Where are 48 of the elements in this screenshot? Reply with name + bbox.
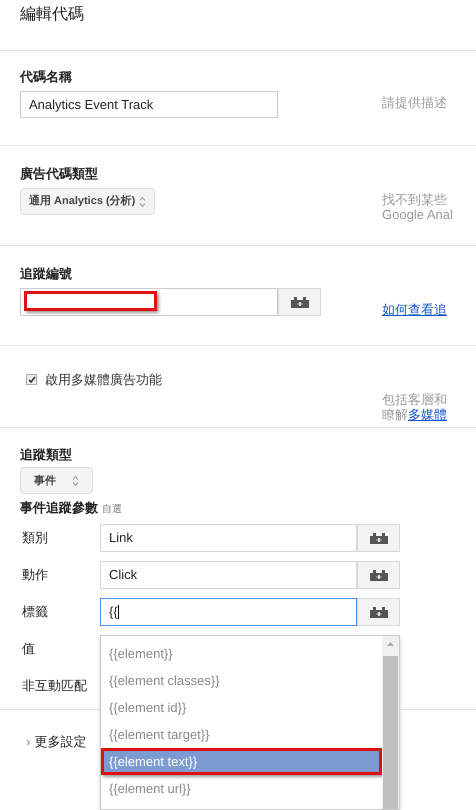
param-label: 非互動匹配 bbox=[21, 678, 88, 694]
suggestion-item[interactable]: {{element target}} bbox=[101, 721, 382, 748]
variable-button[interactable] bbox=[357, 524, 400, 552]
suggestion-item[interactable]: {{element classes}} bbox=[101, 667, 382, 694]
block-icon bbox=[370, 532, 388, 544]
block-icon bbox=[370, 570, 388, 580]
section-label: 追蹤類型 bbox=[20, 447, 72, 463]
variable-button[interactable] bbox=[278, 288, 321, 316]
track-type-select[interactable]: 事件 bbox=[20, 467, 93, 494]
checkbox[interactable] bbox=[26, 374, 37, 386]
help-link[interactable]: 如何查看追 bbox=[382, 302, 447, 317]
tag-type-select[interactable]: 通用 Analytics (分析) bbox=[20, 188, 156, 215]
section-label: 事件追蹤參數 bbox=[20, 500, 98, 516]
help-text: 找不到某些 bbox=[382, 192, 448, 207]
param-label: 類別 bbox=[21, 530, 49, 546]
name-field[interactable]: Analytics Event Track bbox=[20, 91, 278, 118]
checkbox-label: 啟用多媒體廣告功能 bbox=[45, 371, 162, 389]
suggestion-item[interactable]: {{element url}} bbox=[101, 775, 382, 802]
check-icon bbox=[28, 376, 36, 384]
chevron-icon bbox=[72, 474, 79, 486]
more-settings-link[interactable]: 更多設定 bbox=[34, 734, 86, 750]
param-label: 動作 bbox=[21, 567, 49, 583]
help-text: 瞭解多媒體 bbox=[382, 407, 448, 422]
variable-button[interactable] bbox=[357, 598, 400, 626]
expand-arrow[interactable]: › bbox=[26, 734, 30, 750]
block-icon bbox=[370, 606, 388, 618]
scroll-up-icon bbox=[387, 642, 394, 646]
suggestion-item[interactable]: {{element id}} bbox=[101, 694, 382, 721]
block-icon bbox=[290, 296, 308, 308]
param-field[interactable]: Link bbox=[100, 524, 357, 552]
chevron-icon bbox=[139, 196, 146, 208]
help-text: 包括客層和 bbox=[382, 392, 448, 407]
variable-button[interactable] bbox=[357, 561, 400, 589]
param-field[interactable]: {{ bbox=[100, 598, 357, 626]
section-label: 廣告代碼類型 bbox=[20, 166, 98, 182]
tracking-id-field[interactable] bbox=[20, 288, 278, 316]
help-link[interactable]: 多媒體 bbox=[408, 407, 447, 422]
help-text: Google Anal bbox=[382, 207, 454, 222]
param-label: 標籤 bbox=[21, 604, 49, 620]
page-title: 編輯代碼 bbox=[20, 5, 85, 25]
scrollbar-thumb[interactable] bbox=[383, 656, 398, 809]
param-field[interactable]: Click bbox=[100, 561, 357, 589]
section-label: 代碼名稱 bbox=[20, 69, 72, 85]
section-label: 追蹤編號 bbox=[20, 266, 72, 282]
optional-hint: 自選 bbox=[102, 503, 122, 517]
help-text: 請提供描述 bbox=[382, 95, 448, 110]
param-label: 值 bbox=[21, 641, 36, 657]
suggestion-item[interactable]: {{element}} bbox=[101, 640, 382, 667]
